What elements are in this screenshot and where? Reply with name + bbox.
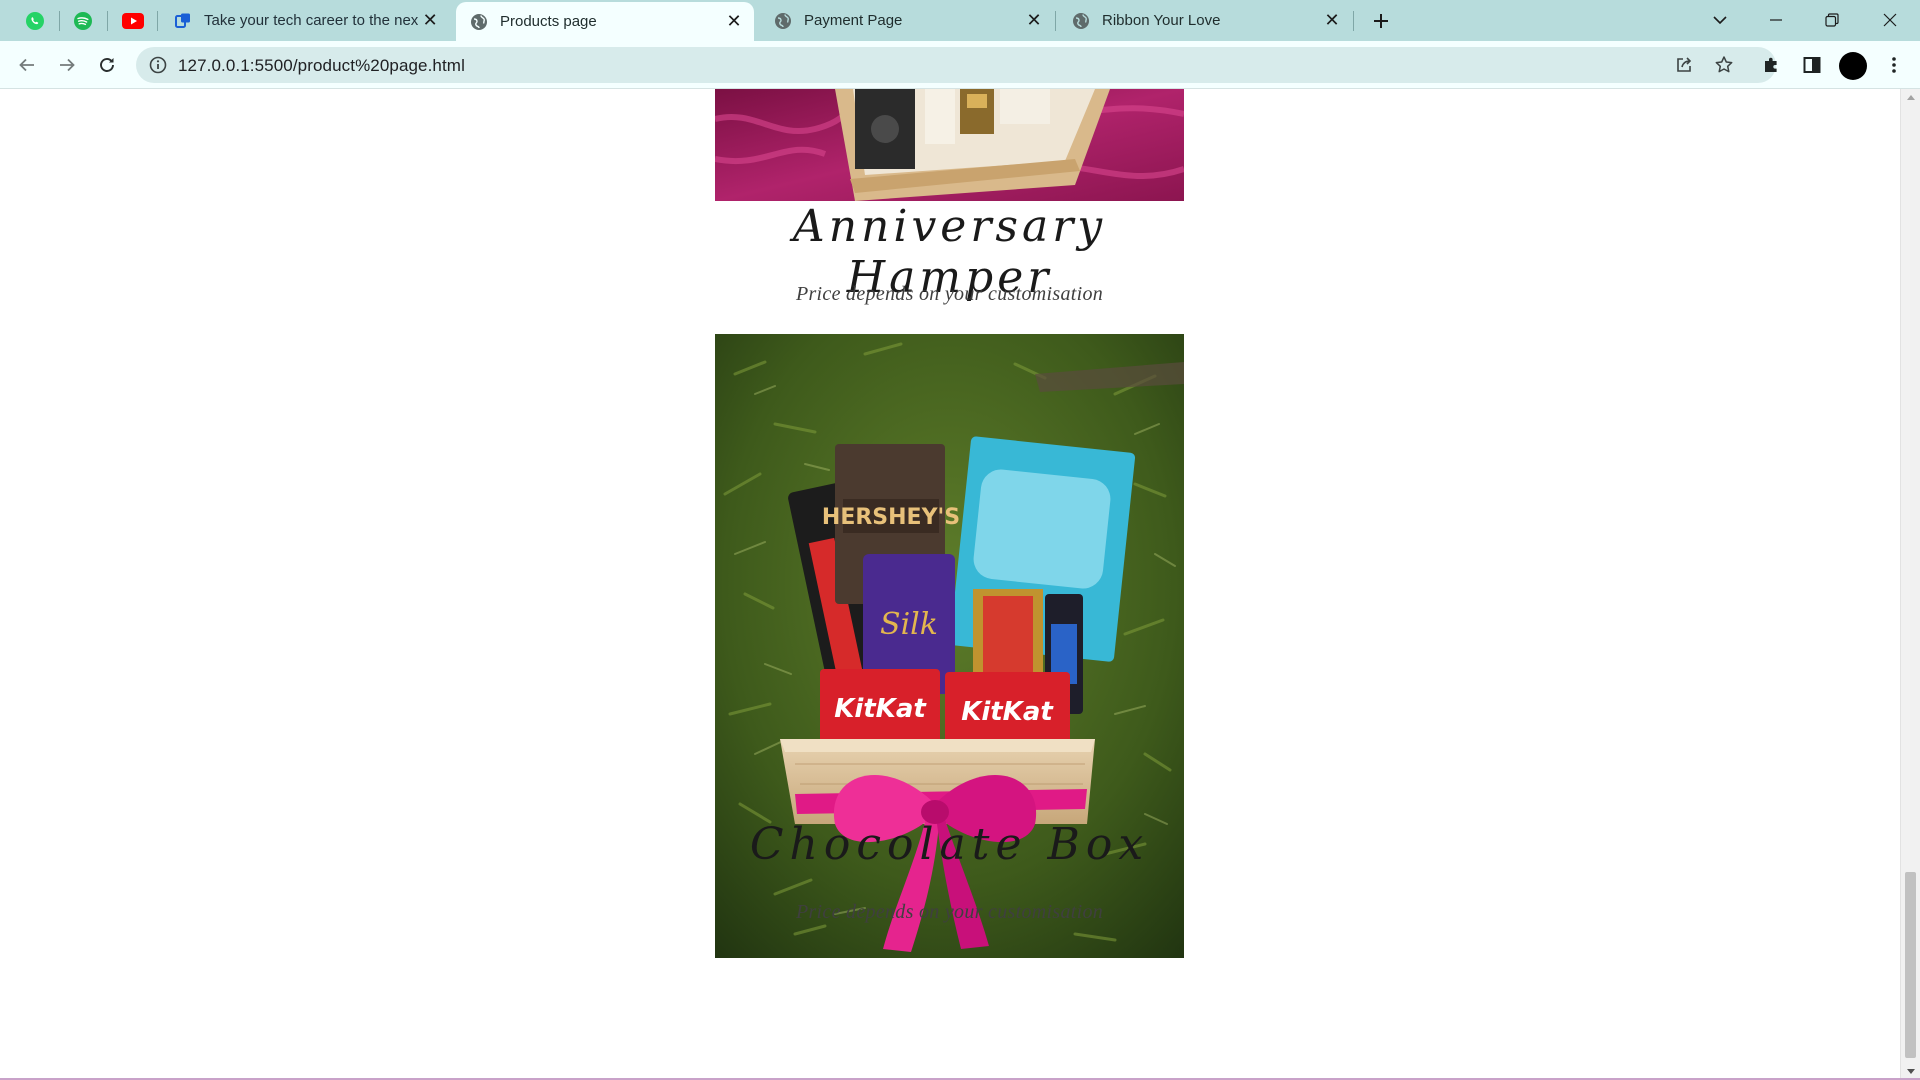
pinned-tab-whatsapp[interactable] [22, 8, 48, 34]
close-window-button[interactable] [1868, 4, 1912, 36]
tab-title: Products page [500, 13, 597, 30]
pinned-tab-spotify[interactable] [70, 8, 96, 34]
tab-separator [107, 11, 108, 31]
vertical-scrollbar[interactable] [1900, 89, 1920, 1078]
reload-button[interactable] [91, 49, 123, 81]
reload-icon [100, 58, 114, 72]
side-panel-button[interactable] [1796, 49, 1828, 81]
arrow-left-icon [19, 58, 34, 72]
menu-button[interactable] [1878, 49, 1910, 81]
spotify-icon [74, 12, 92, 30]
close-tab-icon[interactable]: ✕ [418, 9, 442, 33]
product-name: Chocolate Box [749, 819, 1150, 870]
tab-strip: Take your tech career to the next ✕ Prod… [0, 0, 1920, 41]
close-tab-icon[interactable]: ✕ [1022, 9, 1046, 33]
svg-text:KitKat: KitKat [961, 697, 1054, 727]
product-price: Price depends on your customisation [795, 283, 1104, 305]
new-tab-button[interactable] [1366, 6, 1396, 36]
plus-icon [1374, 14, 1388, 28]
minimize-icon [1770, 19, 1782, 21]
info-icon[interactable] [148, 55, 168, 75]
tab-search-button[interactable] [1698, 4, 1742, 36]
tab-title: Ribbon Your Love [1102, 12, 1221, 29]
tab-products-page[interactable]: Products page ✕ [456, 2, 754, 41]
restore-icon [1825, 13, 1839, 27]
anniversary-hamper-image [715, 89, 1184, 201]
svg-text:HERSHEY'S: HERSHEY'S [822, 505, 960, 530]
tab-separator [1055, 11, 1056, 31]
close-tab-icon[interactable]: ✕ [1320, 9, 1344, 33]
arrow-right-icon [60, 58, 75, 72]
side-panel-icon [1803, 57, 1821, 73]
tab-ribbon-your-love[interactable]: Ribbon Your Love ✕ [1058, 0, 1352, 41]
puzzle-icon [1765, 57, 1777, 72]
tab-title: Payment Page [804, 12, 903, 29]
close-icon [1883, 13, 1897, 27]
scroll-up-icon[interactable] [1907, 95, 1915, 100]
browser-toolbar: 127.0.0.1:5500/product%20page.html [0, 41, 1920, 89]
product-price: Price depends on your customisation [795, 901, 1104, 923]
scrollbar-thumb[interactable] [1905, 872, 1916, 1058]
scroll-down-icon[interactable] [1907, 1069, 1915, 1074]
share-button[interactable] [1672, 54, 1696, 76]
tab-separator [157, 11, 158, 31]
more-vert-icon [1892, 57, 1896, 73]
youtube-icon [122, 13, 144, 29]
pinned-tab-youtube[interactable] [120, 8, 146, 34]
extensions-button[interactable] [1756, 49, 1788, 81]
chevron-down-icon [1713, 16, 1727, 25]
profile-avatar[interactable] [1839, 52, 1867, 80]
svg-text:KitKat: KitKat [834, 694, 927, 724]
tab-title: Take your tech career to the next [204, 12, 419, 29]
tab-separator [59, 11, 60, 31]
close-tab-icon[interactable]: ✕ [722, 10, 746, 34]
share-icon [1677, 57, 1692, 72]
page-viewport: Anniversary Hamper Price depends on your… [0, 89, 1900, 1078]
address-bar[interactable]: 127.0.0.1:5500/product%20page.html [136, 47, 1776, 83]
url-text[interactable]: 127.0.0.1:5500/product%20page.html [178, 56, 465, 76]
bookmark-button[interactable] [1712, 54, 1736, 76]
star-icon [1715, 56, 1733, 73]
svg-text:Silk: Silk [880, 607, 938, 642]
globe-icon [1073, 12, 1089, 29]
tab-payment-page[interactable]: Payment Page ✕ [760, 0, 1054, 41]
forward-button[interactable] [51, 49, 83, 81]
tab-separator [1353, 11, 1354, 31]
globe-icon [471, 13, 487, 30]
tab-tech-career[interactable]: Take your tech career to the next ✕ [160, 0, 450, 41]
restore-button[interactable] [1810, 4, 1854, 36]
whatsapp-icon [26, 12, 44, 30]
globe-icon [775, 12, 791, 29]
minimize-button[interactable] [1754, 4, 1798, 36]
back-button[interactable] [11, 49, 43, 81]
site-logo-icon [175, 13, 190, 28]
